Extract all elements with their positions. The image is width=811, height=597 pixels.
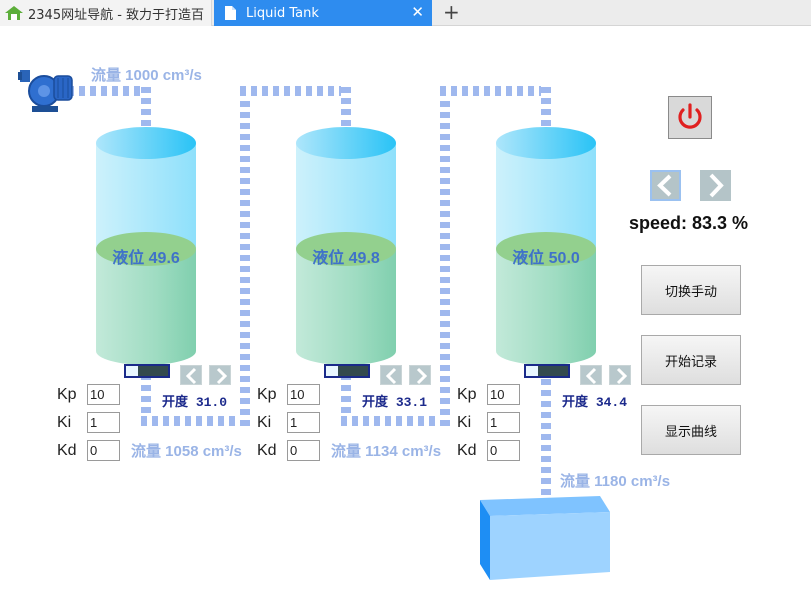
tank3-outlet-pipe <box>541 376 551 506</box>
power-icon <box>678 103 702 129</box>
tank-3: 液位 50.0 <box>496 127 596 365</box>
tank1-bottom-pipe <box>141 416 250 426</box>
tank-3-valve-increase[interactable] <box>609 365 631 385</box>
tank-2-kp-input[interactable] <box>287 384 320 405</box>
new-tab-button[interactable]: + <box>443 2 460 22</box>
tank-2-level: 液位 49.8 <box>312 250 380 267</box>
tank-3-opening: 开度 34.4 <box>562 391 627 410</box>
chevron-left-icon <box>585 367 597 385</box>
ki-label: Ki <box>257 414 272 431</box>
kd-label: Kd <box>257 442 277 459</box>
ki-label: Ki <box>57 414 72 431</box>
speed-readout: speed: 83.3 % <box>629 213 749 233</box>
home-icon <box>4 5 24 21</box>
tank-1: 液位 49.6 <box>96 127 196 365</box>
tank-1-kp-input[interactable] <box>87 384 120 405</box>
tank2-top-pipe <box>240 86 351 96</box>
tank2-bottom-pipe <box>341 416 450 426</box>
inlet-pipe <box>68 86 151 96</box>
show-curve-button[interactable]: 显示曲线 <box>641 405 741 455</box>
chevron-right-icon <box>416 367 428 385</box>
browser-tab-bar: 2345网址导航 - 致力于打造百 Liquid Tank ✕ + <box>0 0 811 26</box>
tank-1-ki-input[interactable] <box>87 412 120 433</box>
kp-label: Kp <box>257 386 277 403</box>
tank-2-opening: 开度 33.1 <box>362 391 427 410</box>
document-icon <box>224 6 236 20</box>
tank3-top-pipe <box>440 86 551 96</box>
kd-label: Kd <box>457 442 477 459</box>
inlet-flow-label: 流量 1000 cm³/s <box>91 67 202 84</box>
tank-1-outflow-label: 流量 1058 cm³/s <box>131 443 242 460</box>
chevron-left-icon <box>385 367 397 385</box>
power-button[interactable] <box>668 96 712 139</box>
tank2-riser-pipe <box>440 86 450 426</box>
chevron-right-icon <box>709 173 724 198</box>
collection-basin <box>478 494 612 582</box>
tank-3-outflow-label: 流量 1180 cm³/s <box>560 473 671 490</box>
kd-label: Kd <box>57 442 77 459</box>
tank-1-level: 液位 49.6 <box>112 250 180 267</box>
chevron-right-icon <box>616 367 628 385</box>
chevron-left-icon <box>657 174 672 197</box>
pump-icon <box>18 64 74 116</box>
tank-3-ki-input[interactable] <box>487 412 520 433</box>
speed-decrease-button[interactable] <box>650 170 681 201</box>
opening-value: 34.4 <box>595 395 628 410</box>
chevron-left-icon <box>185 367 197 385</box>
close-tab-icon[interactable]: ✕ <box>411 5 424 20</box>
tab-liquid-tank[interactable]: Liquid Tank ✕ <box>214 0 432 26</box>
tab-2345-navigation[interactable]: 2345网址导航 - 致力于打造百 <box>0 0 212 26</box>
opening-value: 31.0 <box>195 395 228 410</box>
speed-increase-button[interactable] <box>700 170 731 201</box>
start-record-button[interactable]: 开始记录 <box>641 335 741 385</box>
tank-3-valve <box>524 364 570 378</box>
tank-2-valve-decrease[interactable] <box>380 365 402 385</box>
tank-2-valve <box>324 364 370 378</box>
tank-1-kd-input[interactable] <box>87 440 120 461</box>
tank-2-valve-increase[interactable] <box>409 365 431 385</box>
tank-2-outflow-label: 流量 1134 cm³/s <box>331 443 442 460</box>
opening-label: 开度 <box>362 395 389 410</box>
opening-value: 33.1 <box>395 395 428 410</box>
kp-label: Kp <box>57 386 77 403</box>
tank-1-valve-increase[interactable] <box>209 365 231 385</box>
tank-2-kd-input[interactable] <box>287 440 320 461</box>
valve-handle[interactable] <box>326 366 338 376</box>
switch-manual-button[interactable]: 切换手动 <box>641 265 741 315</box>
tank-2-ki-input[interactable] <box>287 412 320 433</box>
tank-1-valve <box>124 364 170 378</box>
valve-handle[interactable] <box>526 366 538 376</box>
kp-label: Kp <box>457 386 477 403</box>
tank-1-valve-decrease[interactable] <box>180 365 202 385</box>
tank1-riser-pipe <box>240 86 250 426</box>
tank-2: 液位 49.8 <box>296 127 396 365</box>
ki-label: Ki <box>457 414 472 431</box>
tab-label: 2345网址导航 - 致力于打造百 <box>28 7 205 23</box>
tab-label: Liquid Tank <box>246 5 319 21</box>
opening-label: 开度 <box>162 395 189 410</box>
chevron-right-icon <box>216 367 228 385</box>
tank-3-kd-input[interactable] <box>487 440 520 461</box>
tank-3-valve-decrease[interactable] <box>580 365 602 385</box>
valve-handle[interactable] <box>126 366 138 376</box>
opening-label: 开度 <box>562 395 589 410</box>
tank-3-level: 液位 50.0 <box>512 250 580 267</box>
tank-1-opening: 开度 31.0 <box>162 391 227 410</box>
tank-3-kp-input[interactable] <box>487 384 520 405</box>
